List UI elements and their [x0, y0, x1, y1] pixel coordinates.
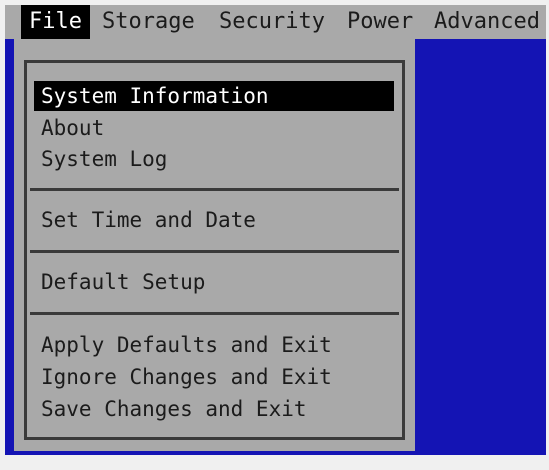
menu-separator	[30, 250, 399, 253]
menu-separator	[30, 188, 399, 191]
menu-item-apply-defaults-and-exit[interactable]: Apply Defaults and Exit	[34, 330, 394, 360]
file-dropdown-menu: System Information About System Log Set …	[14, 39, 415, 451]
menu-bar: File Storage Security Power Advanced	[5, 5, 546, 39]
menu-item-ignore-changes-and-exit[interactable]: Ignore Changes and Exit	[34, 362, 394, 392]
menu-item-default-setup[interactable]: Default Setup	[34, 267, 394, 297]
menu-power[interactable]: Power	[347, 5, 413, 39]
menu-item-set-time-and-date[interactable]: Set Time and Date	[34, 205, 394, 235]
menu-separator	[30, 312, 399, 315]
menu-item-save-changes-and-exit[interactable]: Save Changes and Exit	[34, 394, 394, 424]
menu-item-system-log[interactable]: System Log	[34, 144, 394, 174]
menu-item-system-information[interactable]: System Information	[34, 81, 394, 111]
menu-security[interactable]: Security	[219, 5, 325, 39]
menu-file[interactable]: File	[21, 5, 90, 39]
menu-item-about[interactable]: About	[34, 113, 394, 143]
menu-advanced[interactable]: Advanced	[434, 5, 540, 39]
bios-screen: File Storage Security Power Advanced Sys…	[5, 5, 546, 455]
file-menu-frame: System Information About System Log Set …	[24, 60, 405, 440]
menu-storage[interactable]: Storage	[102, 5, 195, 39]
